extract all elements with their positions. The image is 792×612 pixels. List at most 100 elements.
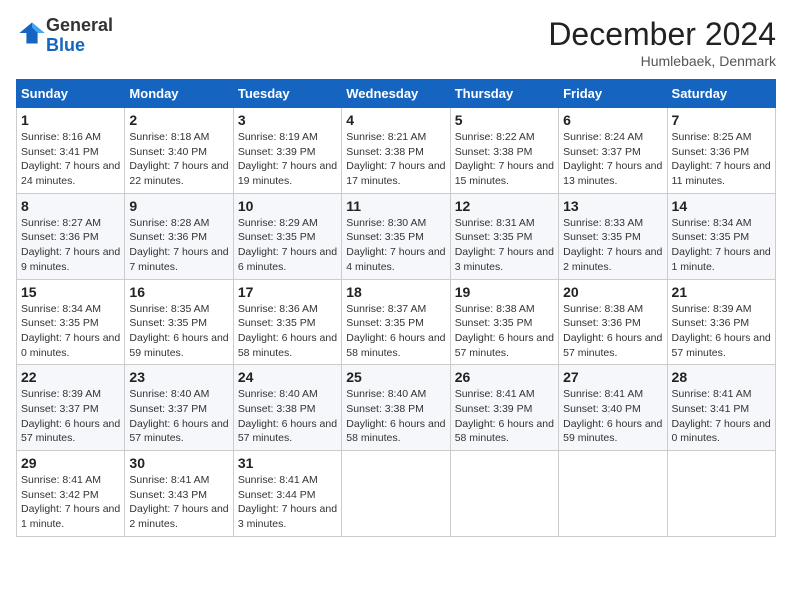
day-info: Sunrise: 8:19 AMSunset: 3:39 PMDaylight:… — [238, 130, 337, 189]
day-number: 13 — [563, 198, 662, 214]
calendar-header-saturday: Saturday — [667, 80, 775, 108]
day-number: 26 — [455, 369, 554, 385]
day-number: 18 — [346, 284, 445, 300]
calendar-cell: 18 Sunrise: 8:37 AMSunset: 3:35 PMDayligh… — [342, 279, 450, 365]
day-number: 2 — [129, 112, 228, 128]
day-number: 10 — [238, 198, 337, 214]
day-info: Sunrise: 8:25 AMSunset: 3:36 PMDaylight:… — [672, 130, 771, 189]
day-info: Sunrise: 8:34 AMSunset: 3:35 PMDaylight:… — [21, 302, 120, 361]
day-number: 24 — [238, 369, 337, 385]
day-number: 3 — [238, 112, 337, 128]
day-info: Sunrise: 8:40 AMSunset: 3:37 PMDaylight:… — [129, 387, 228, 446]
calendar-cell: 30 Sunrise: 8:41 AMSunset: 3:43 PMDayligh… — [125, 451, 233, 537]
calendar-cell: 16 Sunrise: 8:35 AMSunset: 3:35 PMDayligh… — [125, 279, 233, 365]
day-info: Sunrise: 8:41 AMSunset: 3:42 PMDaylight:… — [21, 473, 120, 532]
day-info: Sunrise: 8:40 AMSunset: 3:38 PMDaylight:… — [346, 387, 445, 446]
logo-blue-text: Blue — [46, 35, 85, 55]
calendar-cell: 5 Sunrise: 8:22 AMSunset: 3:38 PMDaylight… — [450, 108, 558, 194]
calendar-header-monday: Monday — [125, 80, 233, 108]
calendar-cell — [559, 451, 667, 537]
day-number: 19 — [455, 284, 554, 300]
day-number: 12 — [455, 198, 554, 214]
calendar-table: SundayMondayTuesdayWednesdayThursdayFrid… — [16, 79, 776, 537]
calendar-cell: 26Sunrise: 8:41 AMSunset: 3:39 PMDayligh… — [450, 365, 558, 451]
day-number: 31 — [238, 455, 337, 471]
calendar-cell: 27 Sunrise: 8:41 AMSunset: 3:40 PMDayligh… — [559, 365, 667, 451]
calendar-cell: 24 Sunrise: 8:40 AMSunset: 3:38 PMDayligh… — [233, 365, 341, 451]
day-info: Sunrise: 8:27 AMSunset: 3:36 PMDaylight:… — [21, 216, 120, 275]
day-info: Sunrise: 8:24 AMSunset: 3:37 PMDaylight:… — [563, 130, 662, 189]
calendar-week-row: 8Sunrise: 8:27 AMSunset: 3:36 PMDaylight… — [17, 193, 776, 279]
day-info: Sunrise: 8:33 AMSunset: 3:35 PMDaylight:… — [563, 216, 662, 275]
calendar-cell: 19 Sunrise: 8:38 AMSunset: 3:35 PMDayligh… — [450, 279, 558, 365]
day-number: 17 — [238, 284, 337, 300]
day-number: 28 — [672, 369, 771, 385]
day-info: Sunrise: 8:37 AMSunset: 3:35 PMDaylight:… — [346, 302, 445, 361]
day-info: Sunrise: 8:41 AMSunset: 3:40 PMDaylight:… — [563, 387, 662, 446]
title-block: December 2024 Humlebaek, Denmark — [548, 16, 776, 69]
day-info: Sunrise: 8:28 AMSunset: 3:36 PMDaylight:… — [129, 216, 228, 275]
day-number: 29 — [21, 455, 120, 471]
day-number: 1 — [21, 112, 120, 128]
logo-general-text: General — [46, 15, 113, 35]
calendar-cell: 23Sunrise: 8:40 AMSunset: 3:37 PMDayligh… — [125, 365, 233, 451]
month-title: December 2024 — [548, 16, 776, 53]
calendar-cell: 1Sunrise: 8:16 AMSunset: 3:41 PMDaylight… — [17, 108, 125, 194]
day-number: 14 — [672, 198, 771, 214]
day-info: Sunrise: 8:30 AMSunset: 3:35 PMDaylight:… — [346, 216, 445, 275]
calendar-header-tuesday: Tuesday — [233, 80, 341, 108]
calendar-cell: 20 Sunrise: 8:38 AMSunset: 3:36 PMDayligh… — [559, 279, 667, 365]
calendar-cell: 29 Sunrise: 8:41 AMSunset: 3:42 PMDayligh… — [17, 451, 125, 537]
calendar-cell: 10Sunrise: 8:29 AMSunset: 3:35 PMDayligh… — [233, 193, 341, 279]
calendar-cell: 14 Sunrise: 8:34 AMSunset: 3:35 PMDayligh… — [667, 193, 775, 279]
day-info: Sunrise: 8:21 AMSunset: 3:38 PMDaylight:… — [346, 130, 445, 189]
day-number: 15 — [21, 284, 120, 300]
day-info: Sunrise: 8:36 AMSunset: 3:35 PMDaylight:… — [238, 302, 337, 361]
day-number: 5 — [455, 112, 554, 128]
calendar-cell — [342, 451, 450, 537]
calendar-week-row: 22Sunrise: 8:39 AMSunset: 3:37 PMDayligh… — [17, 365, 776, 451]
location-text: Humlebaek, Denmark — [548, 53, 776, 69]
logo-icon — [18, 19, 46, 47]
page-header: General Blue December 2024 Humlebaek, De… — [16, 16, 776, 69]
day-number: 27 — [563, 369, 662, 385]
calendar-cell: 15 Sunrise: 8:34 AMSunset: 3:35 PMDayligh… — [17, 279, 125, 365]
calendar-cell — [667, 451, 775, 537]
calendar-header-row: SundayMondayTuesdayWednesdayThursdayFrid… — [17, 80, 776, 108]
calendar-cell: 4 Sunrise: 8:21 AMSunset: 3:38 PMDaylight… — [342, 108, 450, 194]
calendar-week-row: 1Sunrise: 8:16 AMSunset: 3:41 PMDaylight… — [17, 108, 776, 194]
day-info: Sunrise: 8:31 AMSunset: 3:35 PMDaylight:… — [455, 216, 554, 275]
day-info: Sunrise: 8:18 AMSunset: 3:40 PMDaylight:… — [129, 130, 228, 189]
day-info: Sunrise: 8:41 AMSunset: 3:41 PMDaylight:… — [672, 387, 771, 446]
day-info: Sunrise: 8:38 AMSunset: 3:36 PMDaylight:… — [563, 302, 662, 361]
calendar-cell: 28 Sunrise: 8:41 AMSunset: 3:41 PMDayligh… — [667, 365, 775, 451]
day-number: 16 — [129, 284, 228, 300]
calendar-cell: 31Sunrise: 8:41 AMSunset: 3:44 PMDayligh… — [233, 451, 341, 537]
day-number: 9 — [129, 198, 228, 214]
day-number: 20 — [563, 284, 662, 300]
calendar-header-sunday: Sunday — [17, 80, 125, 108]
day-number: 30 — [129, 455, 228, 471]
calendar-cell: 9 Sunrise: 8:28 AMSunset: 3:36 PMDaylight… — [125, 193, 233, 279]
calendar-cell — [450, 451, 558, 537]
day-info: Sunrise: 8:38 AMSunset: 3:35 PMDaylight:… — [455, 302, 554, 361]
calendar-header-thursday: Thursday — [450, 80, 558, 108]
day-number: 6 — [563, 112, 662, 128]
day-number: 4 — [346, 112, 445, 128]
calendar-cell: 22Sunrise: 8:39 AMSunset: 3:37 PMDayligh… — [17, 365, 125, 451]
day-info: Sunrise: 8:22 AMSunset: 3:38 PMDaylight:… — [455, 130, 554, 189]
calendar-cell: 6 Sunrise: 8:24 AMSunset: 3:37 PMDaylight… — [559, 108, 667, 194]
day-info: Sunrise: 8:41 AMSunset: 3:43 PMDaylight:… — [129, 473, 228, 532]
calendar-header-wednesday: Wednesday — [342, 80, 450, 108]
calendar-week-row: 15 Sunrise: 8:34 AMSunset: 3:35 PMDayligh… — [17, 279, 776, 365]
day-info: Sunrise: 8:34 AMSunset: 3:35 PMDaylight:… — [672, 216, 771, 275]
calendar-cell: 11 Sunrise: 8:30 AMSunset: 3:35 PMDayligh… — [342, 193, 450, 279]
day-number: 11 — [346, 198, 445, 214]
day-info: Sunrise: 8:40 AMSunset: 3:38 PMDaylight:… — [238, 387, 337, 446]
calendar-cell: 21Sunrise: 8:39 AMSunset: 3:36 PMDayligh… — [667, 279, 775, 365]
calendar-cell: 2 Sunrise: 8:18 AMSunset: 3:40 PMDaylight… — [125, 108, 233, 194]
calendar-cell: 13 Sunrise: 8:33 AMSunset: 3:35 PMDayligh… — [559, 193, 667, 279]
logo: General Blue — [16, 16, 113, 56]
day-info: Sunrise: 8:39 AMSunset: 3:36 PMDaylight:… — [672, 302, 771, 361]
day-info: Sunrise: 8:35 AMSunset: 3:35 PMDaylight:… — [129, 302, 228, 361]
